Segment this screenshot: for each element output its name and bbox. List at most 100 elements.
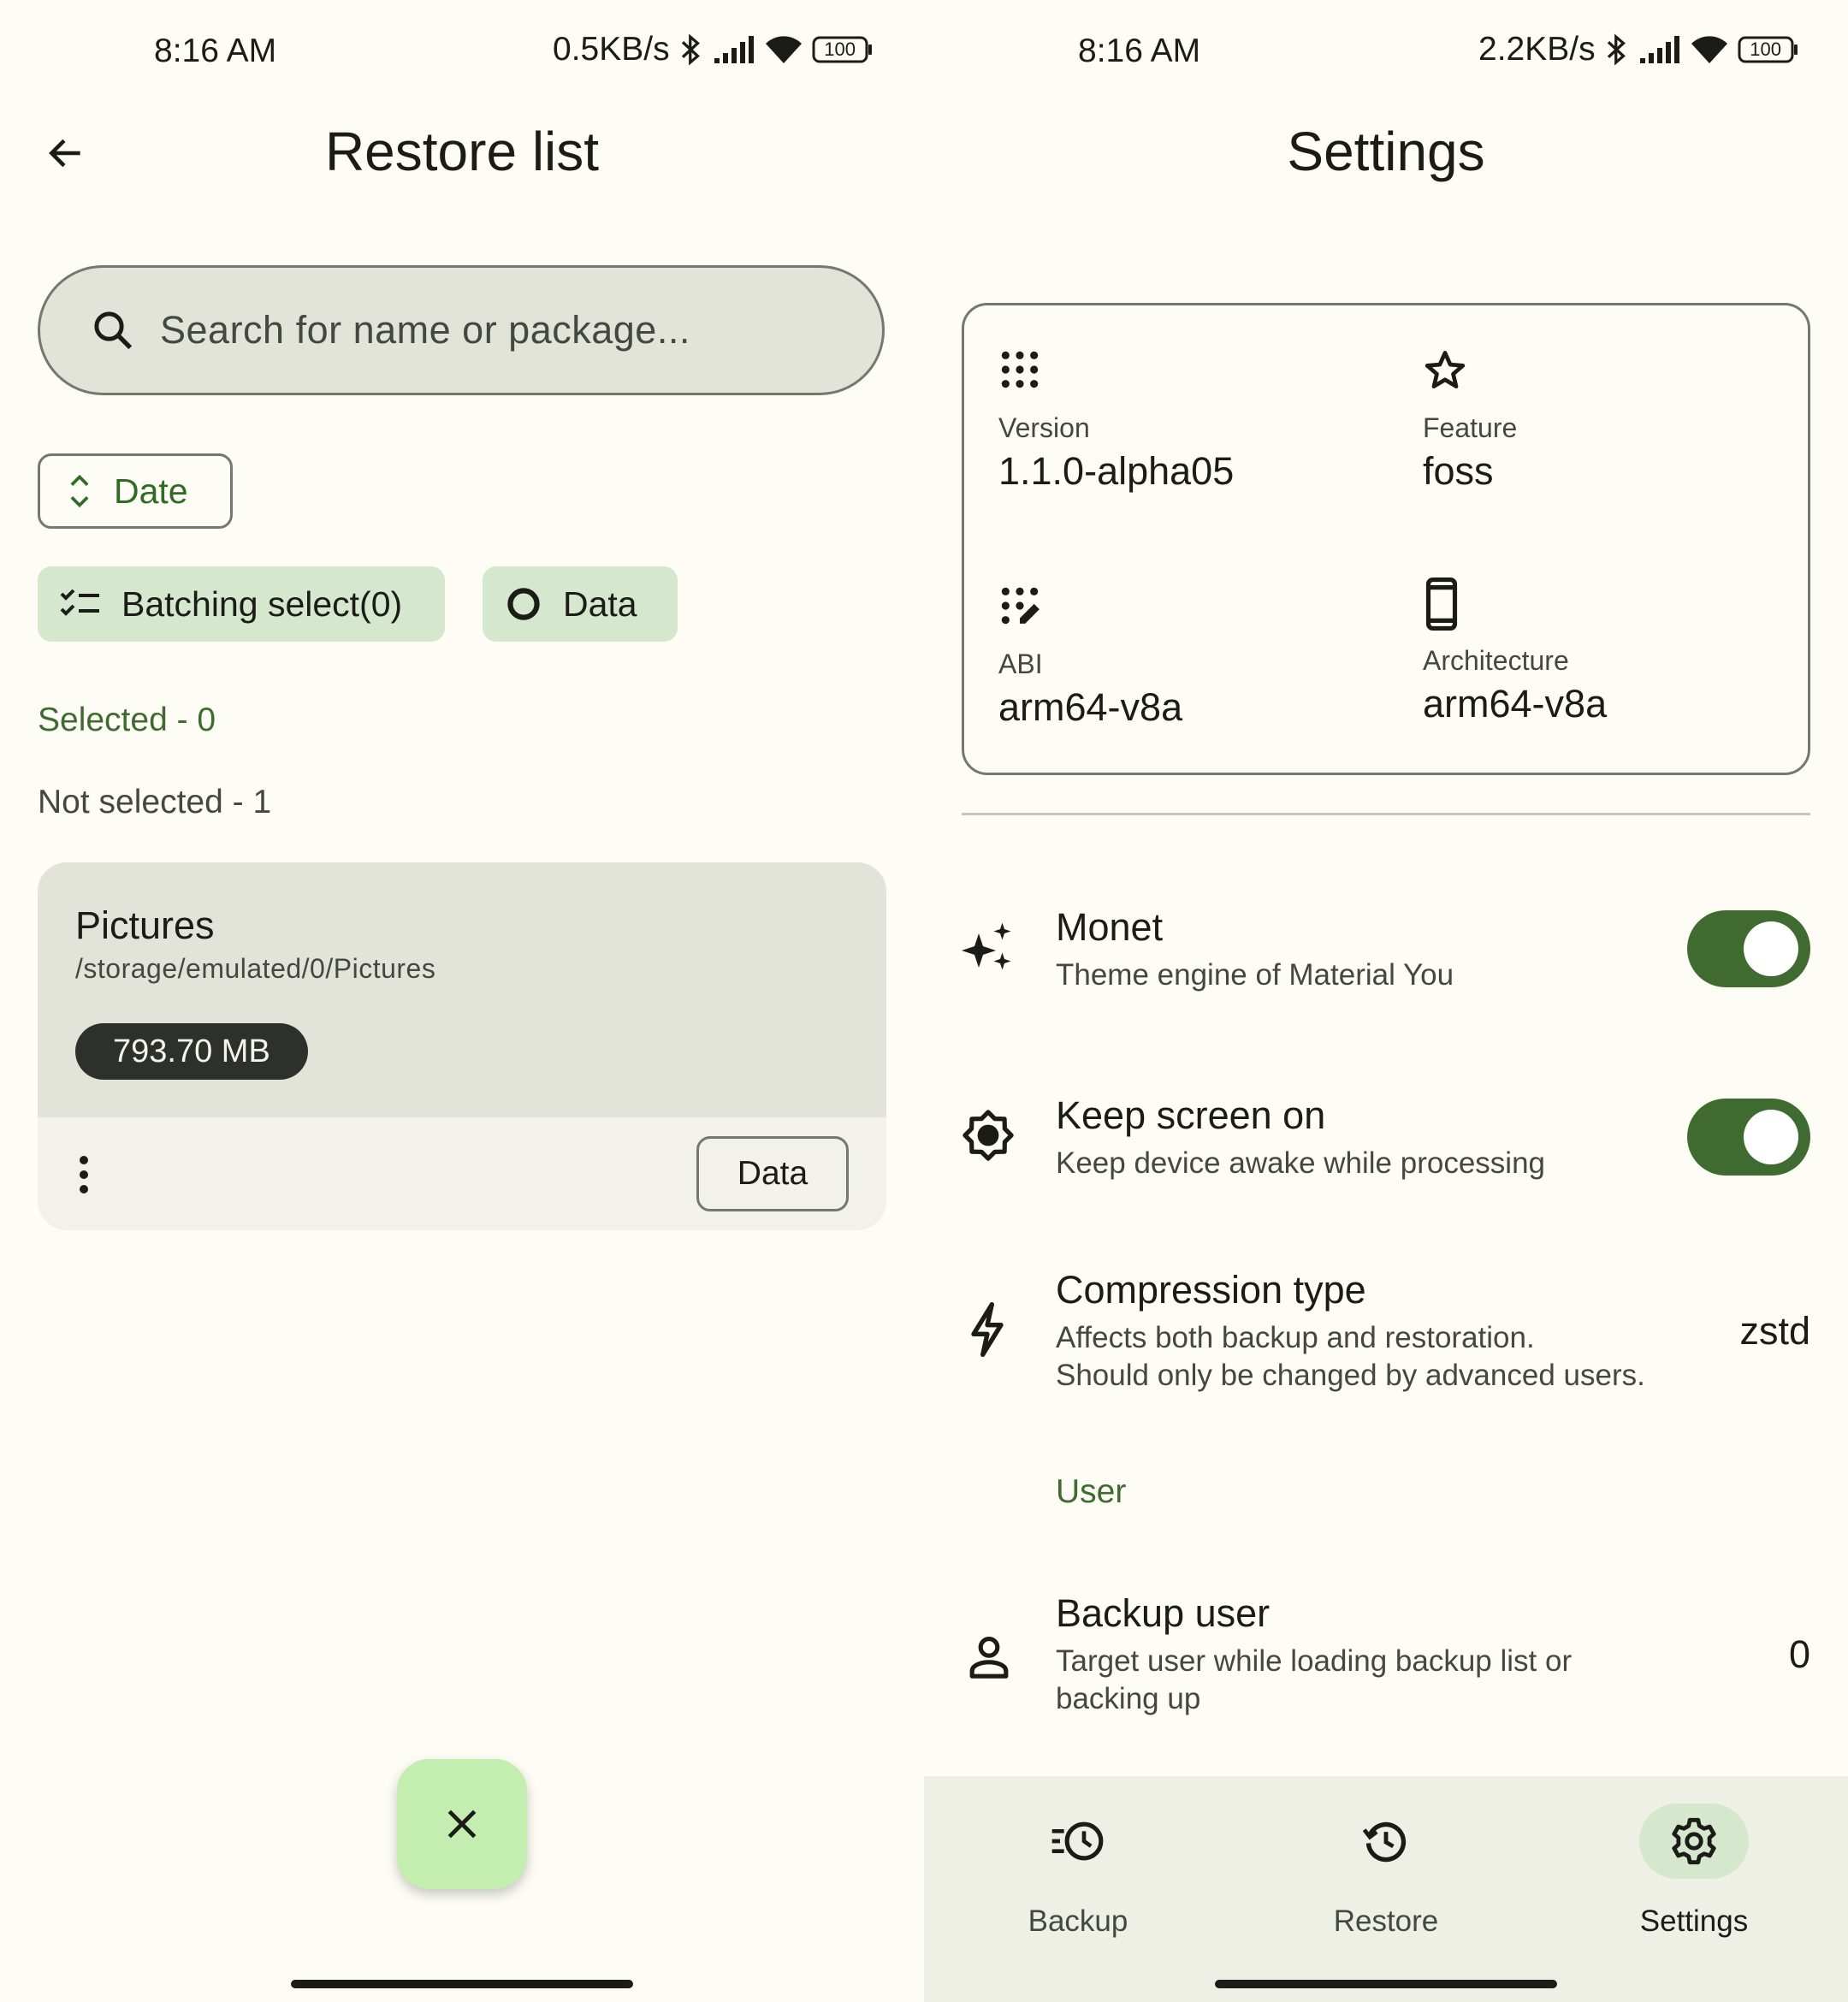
keep-screen-subtitle: Keep device awake while processing (1056, 1146, 1545, 1180)
size-badge: 793.70 MB (75, 1023, 308, 1080)
media-path: /storage/emulated/0/Pictures (75, 953, 436, 984)
keep-screen-title: Keep screen on (1056, 1093, 1326, 1137)
backup-history-icon (1051, 1821, 1104, 1861)
page-title: Restore list (324, 121, 600, 182)
checklist-icon (60, 589, 99, 616)
pref-keep-screen-on[interactable]: Keep screen on Keep device awake while p… (924, 1078, 1848, 1198)
media-title: Pictures (75, 903, 215, 947)
compression-value: zstd (1739, 1309, 1810, 1353)
bluetooth-icon (1604, 33, 1630, 67)
not-selected-count: Not selected - 1 (38, 784, 272, 820)
monet-title: Monet (1056, 905, 1164, 949)
person-icon (969, 1636, 1009, 1679)
backup-user-value: 0 (1788, 1632, 1810, 1676)
star-icon (1424, 351, 1466, 389)
nav-backup[interactable]: Backup (924, 1776, 1232, 1947)
close-icon (447, 1810, 477, 1839)
gesture-bar (1215, 1980, 1557, 1988)
status-icons: 0.5KB/s 100 (553, 31, 874, 68)
search-icon (94, 311, 133, 350)
switch-thumb (1744, 1110, 1798, 1164)
user-group-header: User (1056, 1473, 1127, 1510)
nav-settings[interactable]: Settings (1540, 1776, 1848, 1947)
nav-settings-label: Settings (1639, 1904, 1749, 1938)
divider (962, 813, 1810, 815)
status-time: 8:16 AM (154, 33, 277, 69)
version-cell: Version 1.1.0-alpha05 (998, 348, 1234, 494)
batching-select-label: Batching select(0) (121, 583, 403, 624)
network-speed: 0.5KB/s (553, 31, 670, 68)
abi-value: arm64-v8a (998, 685, 1183, 729)
apps-grid-icon (1001, 351, 1039, 388)
history-icon (1362, 1821, 1407, 1863)
architecture-value: arm64-v8a (1423, 682, 1608, 726)
backup-user-subtitle-line1: Target user while loading backup list or (1056, 1644, 1573, 1678)
abi-cell: ABI arm64-v8a (998, 584, 1182, 730)
nav-restore-indicator (1331, 1804, 1441, 1879)
pref-compression-type[interactable]: Compression type Affects both backup and… (924, 1254, 1848, 1408)
search-input[interactable]: Search for name or package... (160, 308, 690, 352)
nav-backup-indicator (1023, 1804, 1133, 1879)
network-speed: 2.2KB/s (1478, 31, 1596, 68)
selected-count: Selected - 0 (38, 702, 216, 738)
status-icons: 2.2KB/s 100 (1478, 31, 1799, 68)
backup-user-subtitle-line2: backing up (1056, 1682, 1201, 1715)
data-button[interactable]: Data (696, 1136, 849, 1211)
architecture-label: Architecture (1423, 645, 1569, 676)
media-card-header: Pictures /storage/emulated/0/Pictures 79… (38, 862, 886, 1117)
search-bar[interactable]: Search for name or package... (38, 265, 885, 395)
data-filter-chip[interactable]: Data (483, 566, 678, 642)
pref-backup-user[interactable]: Backup user Target user while loading ba… (924, 1588, 1848, 1742)
settings-screen: 8:16 AM 2.2KB/s 100 Settings Version 1.1… (924, 0, 1848, 2002)
batching-select-chip[interactable]: Batching select(0) (38, 566, 445, 642)
nav-restore-label: Restore (1333, 1904, 1439, 1938)
battery-level: 100 (824, 38, 856, 60)
app-info-card: Version 1.1.0-alpha05 Feature foss ABI a… (962, 303, 1810, 775)
monet-subtitle: Theme engine of Material You (1056, 958, 1454, 992)
feature-label: Feature (1423, 412, 1518, 443)
keep-screen-switch[interactable] (1687, 1099, 1810, 1176)
battery-level: 100 (1750, 38, 1781, 60)
auto-awesome-icon (962, 922, 1011, 970)
feature-value: foss (1423, 449, 1494, 493)
architecture-cell: Architecture arm64-v8a (1423, 578, 1607, 726)
phone-icon (1425, 578, 1458, 631)
wifi-icon (764, 34, 803, 65)
monet-switch[interactable] (1687, 910, 1810, 987)
nav-settings-indicator (1639, 1804, 1749, 1879)
grid-edit-icon (1001, 587, 1040, 625)
abi-label: ABI (998, 649, 1043, 679)
version-value: 1.1.0-alpha05 (998, 449, 1235, 493)
status-time: 8:16 AM (1078, 33, 1201, 69)
data-filter-label: Data (563, 583, 637, 624)
bottom-navigation: Backup Restore Settings (924, 1776, 1848, 2002)
bluetooth-icon (678, 33, 704, 67)
battery-icon: 100 (812, 36, 874, 63)
compression-title: Compression type (1056, 1268, 1366, 1312)
bolt-icon (971, 1302, 1004, 1357)
media-card[interactable]: Pictures /storage/emulated/0/Pictures 79… (38, 862, 886, 1230)
more-options-button[interactable] (58, 1145, 110, 1205)
backup-user-title: Backup user (1056, 1591, 1270, 1635)
close-fab[interactable] (397, 1759, 527, 1889)
restore-list-screen: 8:16 AM 0.5KB/s 100 Restore list Search … (0, 0, 924, 2002)
switch-thumb (1744, 921, 1798, 976)
more-vert-icon (80, 1156, 88, 1194)
sort-chip[interactable]: Date (38, 453, 233, 529)
signal-icon (1638, 34, 1681, 65)
page-title: Settings (1287, 121, 1485, 182)
signal-icon (713, 34, 755, 65)
nav-restore[interactable]: Restore (1232, 1776, 1540, 1947)
brightness-icon (962, 1110, 1014, 1161)
sort-chip-label: Date (114, 471, 188, 511)
settings-gear-icon (1672, 1817, 1716, 1865)
compression-subtitle-line2: Should only be changed by advanced users… (1056, 1359, 1645, 1392)
feature-cell: Feature foss (1423, 348, 1517, 494)
radio-unchecked-icon (507, 588, 540, 620)
wifi-icon (1690, 34, 1729, 65)
gesture-bar (291, 1980, 633, 1988)
nav-backup-label: Backup (1028, 1904, 1128, 1938)
compression-subtitle-line1: Affects both backup and restoration. (1056, 1321, 1535, 1354)
pref-monet[interactable]: Monet Theme engine of Material You (924, 890, 1848, 1010)
version-label: Version (998, 412, 1090, 443)
